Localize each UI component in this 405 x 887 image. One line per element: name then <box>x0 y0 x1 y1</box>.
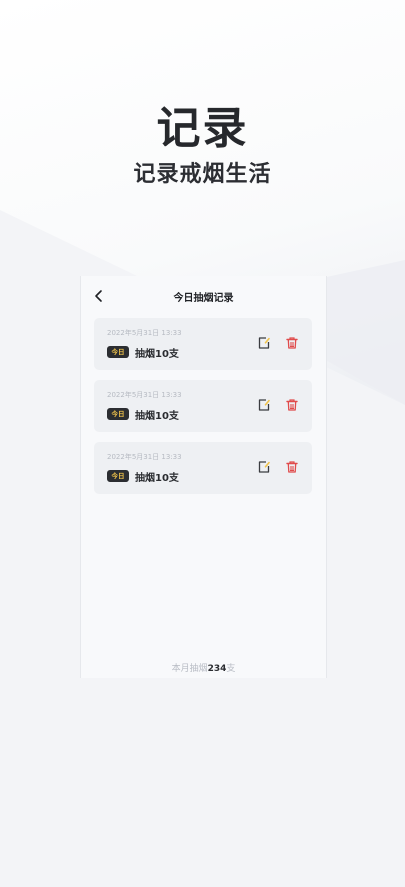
delete-button[interactable] <box>285 397 299 411</box>
delete-button[interactable] <box>285 335 299 349</box>
trash-icon <box>286 337 298 349</box>
edit-button[interactable] <box>257 397 271 411</box>
edit-icon <box>258 461 270 473</box>
record-card: 2022年5月31日 13:33 今日 抽烟10支 <box>94 380 312 432</box>
today-badge: 今日 <box>107 408 129 420</box>
record-text: 抽烟10支 <box>135 473 179 484</box>
record-text: 抽烟10支 <box>135 411 179 422</box>
hero-title: 记录 <box>156 103 249 154</box>
edit-button[interactable] <box>257 335 271 349</box>
summary-count: 234 <box>207 664 227 674</box>
nav-bar: 今日抽烟记录 <box>81 284 326 312</box>
today-badge: 今日 <box>107 346 129 358</box>
record-card: 2022年5月31日 13:33 今日 抽烟10支 <box>94 442 312 494</box>
edit-icon <box>258 337 270 349</box>
page-title: 今日抽烟记录 <box>173 293 234 304</box>
record-time: 2022年5月31日 13:33 <box>107 391 182 399</box>
trash-icon <box>286 399 298 411</box>
edit-icon <box>258 399 270 411</box>
trash-icon <box>286 461 298 473</box>
record-card: 2022年5月31日 13:33 今日 抽烟10支 <box>94 318 312 370</box>
summary-prefix: 本月抽烟 <box>171 664 208 674</box>
monthly-summary: 本月抽烟234支 <box>81 661 326 674</box>
summary-suffix: 支 <box>226 664 236 674</box>
record-time: 2022年5月31日 13:33 <box>107 453 182 461</box>
today-badge: 今日 <box>107 470 129 482</box>
delete-button[interactable] <box>285 459 299 473</box>
phone-screen: 今日抽烟记录 2022年5月31日 13:33 今日 抽烟10支 2022年5月… <box>80 276 327 678</box>
record-time: 2022年5月31日 13:33 <box>107 329 182 337</box>
hero-subtitle: 记录戒烟生活 <box>133 162 272 187</box>
record-text: 抽烟10支 <box>135 349 179 360</box>
edit-button[interactable] <box>257 459 271 473</box>
